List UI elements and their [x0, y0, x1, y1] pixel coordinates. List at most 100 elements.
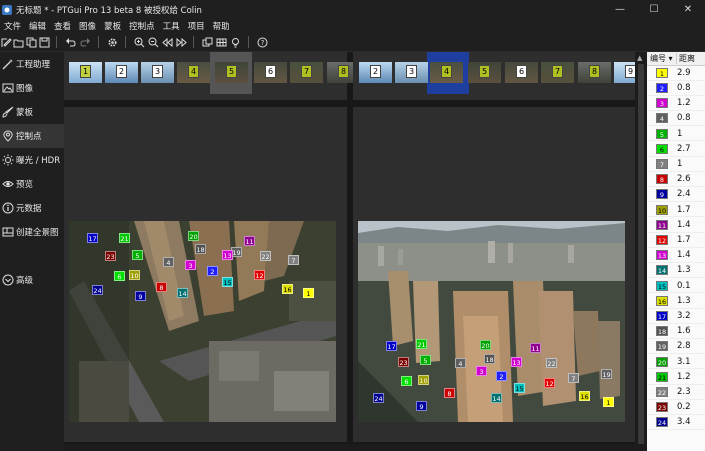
sidebar-item-exposure-hdr[interactable]: 曝光 / HDR — [0, 148, 64, 172]
thumbnail-image-6[interactable]: 6 — [254, 62, 287, 83]
thumbnail-image-5[interactable]: 5 — [215, 62, 248, 83]
close-button[interactable]: ✕ — [671, 0, 705, 19]
sidebar-item-advanced[interactable]: 高级 — [0, 268, 64, 292]
table-row[interactable]: 23 0.2 — [647, 400, 705, 415]
control-point-marker-9[interactable]: 9 — [135, 291, 146, 301]
sidebar-item-control-points[interactable]: 控制点 — [0, 124, 64, 148]
thumbnail-image-8[interactable]: 8 — [578, 62, 611, 83]
table-row[interactable]: 16 1.3 — [647, 294, 705, 309]
table-scrollbar[interactable]: ▲ — [635, 52, 647, 451]
help-icon[interactable]: ? — [256, 36, 268, 48]
control-point-marker-11[interactable]: 11 — [244, 236, 255, 246]
control-point-marker-5[interactable]: 5 — [420, 355, 431, 365]
table-row[interactable]: 20 3.1 — [647, 355, 705, 370]
thumbnail-image-3[interactable]: 3 — [395, 62, 428, 83]
table-row[interactable]: 18 1.6 — [647, 324, 705, 339]
table-row[interactable]: 11 1.4 — [647, 218, 705, 233]
control-point-marker-3[interactable]: 3 — [476, 366, 487, 376]
thumbnail-image-4[interactable]: 4 — [430, 62, 463, 83]
table-row[interactable]: 4 0.8 — [647, 112, 705, 127]
control-point-marker-3[interactable]: 3 — [185, 260, 196, 270]
thumbnail-image-2[interactable]: 2 — [105, 62, 138, 83]
sidebar-item-masks[interactable]: 蒙板 — [0, 100, 64, 124]
table-row[interactable]: 19 2.8 — [647, 340, 705, 355]
sidebar-item-create-panorama[interactable]: 创建全景图 — [0, 220, 64, 244]
right-photo[interactable]: 17 21 5 23 6 10 24 9 8 4 20 18 3 2 13 11 15 14 12 22 19 7 16 1 — [358, 221, 625, 422]
control-point-marker-8[interactable]: 8 — [444, 388, 455, 398]
control-point-marker-23[interactable]: 23 — [398, 357, 409, 367]
next-pair-icon[interactable] — [175, 36, 187, 48]
table-row[interactable]: 8 2.6 — [647, 172, 705, 187]
menu-control-points[interactable]: 控制点 — [125, 20, 159, 32]
control-point-marker-16[interactable]: 16 — [282, 284, 293, 294]
table-row[interactable]: 51 — [647, 127, 705, 142]
control-point-marker-24[interactable]: 24 — [92, 285, 103, 295]
grid-icon[interactable] — [215, 36, 227, 48]
control-point-marker-12[interactable]: 12 — [254, 270, 265, 280]
table-row[interactable]: 24 3.4 — [647, 416, 705, 431]
table-row[interactable]: 22 2.3 — [647, 385, 705, 400]
control-point-marker-23[interactable]: 23 — [105, 251, 116, 261]
control-point-marker-9[interactable]: 9 — [416, 401, 427, 411]
table-row[interactable]: 1 2.9 — [647, 66, 705, 81]
control-point-marker-7[interactable]: 7 — [288, 255, 299, 265]
menu-view[interactable]: 查看 — [50, 20, 75, 32]
column-header-distance[interactable]: 距离 — [677, 53, 695, 64]
table-row[interactable]: 3 1.2 — [647, 96, 705, 111]
control-point-marker-1[interactable]: 1 — [303, 288, 314, 298]
control-point-marker-22[interactable]: 22 — [260, 251, 271, 261]
control-point-marker-15[interactable]: 15 — [514, 383, 525, 393]
table-row[interactable]: 21 1.2 — [647, 370, 705, 385]
scrollbar-thumb[interactable] — [638, 64, 644, 444]
zoom-in-icon[interactable] — [133, 36, 145, 48]
thumbnail-image-1[interactable]: 1 — [69, 62, 102, 83]
control-point-marker-2[interactable]: 2 — [207, 266, 218, 276]
control-point-marker-17[interactable]: 17 — [87, 233, 98, 243]
thumbnail-image-2[interactable]: 2 — [359, 62, 392, 83]
sidebar-item-preview[interactable]: 预览 — [0, 172, 64, 196]
left-photo[interactable]: 17 21 23 5 10 6 8 9 24 20 18 4 3 19 2 14 11 13 15 22 12 7 16 1 — [69, 221, 336, 422]
control-point-marker-4[interactable]: 4 — [163, 257, 174, 267]
control-point-marker-21[interactable]: 21 — [119, 233, 130, 243]
control-point-marker-8[interactable]: 8 — [156, 282, 167, 292]
control-point-marker-4[interactable]: 4 — [455, 358, 466, 368]
menu-tools[interactable]: 工具 — [159, 20, 184, 32]
control-point-marker-2[interactable]: 2 — [496, 371, 507, 381]
table-row[interactable]: 14 1.3 — [647, 264, 705, 279]
settings-gear-icon[interactable] — [106, 36, 118, 48]
thumbnail-image-5[interactable]: 5 — [468, 62, 501, 83]
previous-pair-icon[interactable] — [161, 36, 173, 48]
table-row[interactable]: 71 — [647, 157, 705, 172]
control-point-marker-20[interactable]: 20 — [188, 231, 199, 241]
minimize-button[interactable]: — — [603, 0, 637, 19]
control-point-marker-19[interactable]: 19 — [601, 369, 612, 379]
lightbulb-icon[interactable] — [229, 36, 241, 48]
control-point-marker-14[interactable]: 14 — [177, 288, 188, 298]
image-pair-icon[interactable] — [201, 36, 213, 48]
table-row[interactable]: 17 3.2 — [647, 309, 705, 324]
maximize-button[interactable]: ☐ — [637, 0, 671, 19]
thumbnail-image-7[interactable]: 7 — [290, 62, 323, 83]
control-point-marker-17[interactable]: 17 — [386, 341, 397, 351]
thumbnail-image-3[interactable]: 3 — [141, 62, 174, 83]
control-point-marker-13[interactable]: 13 — [511, 357, 522, 367]
table-row[interactable]: 15 0.1 — [647, 279, 705, 294]
copy-icon[interactable] — [25, 36, 37, 48]
new-project-icon[interactable] — [0, 36, 12, 48]
sidebar-item-metadata[interactable]: 元数据 — [0, 196, 64, 220]
control-point-marker-13[interactable]: 13 — [222, 250, 233, 260]
sidebar-item-project-assistant[interactable]: 工程助理 — [0, 52, 64, 76]
control-point-marker-24[interactable]: 24 — [373, 393, 384, 403]
control-point-marker-6[interactable]: 6 — [114, 271, 125, 281]
table-row[interactable]: 12 1.7 — [647, 233, 705, 248]
zoom-out-icon[interactable] — [147, 36, 159, 48]
table-row[interactable]: 6 2.7 — [647, 142, 705, 157]
menu-project[interactable]: 项目 — [184, 20, 209, 32]
control-point-marker-18[interactable]: 18 — [195, 244, 206, 254]
table-row[interactable]: 9 2.4 — [647, 188, 705, 203]
control-point-marker-1[interactable]: 1 — [603, 397, 614, 407]
control-point-marker-11[interactable]: 11 — [530, 343, 541, 353]
thumbnail-image-6[interactable]: 6 — [505, 62, 538, 83]
thumbnail-image-7[interactable]: 7 — [541, 62, 574, 83]
control-point-marker-22[interactable]: 22 — [546, 358, 557, 368]
